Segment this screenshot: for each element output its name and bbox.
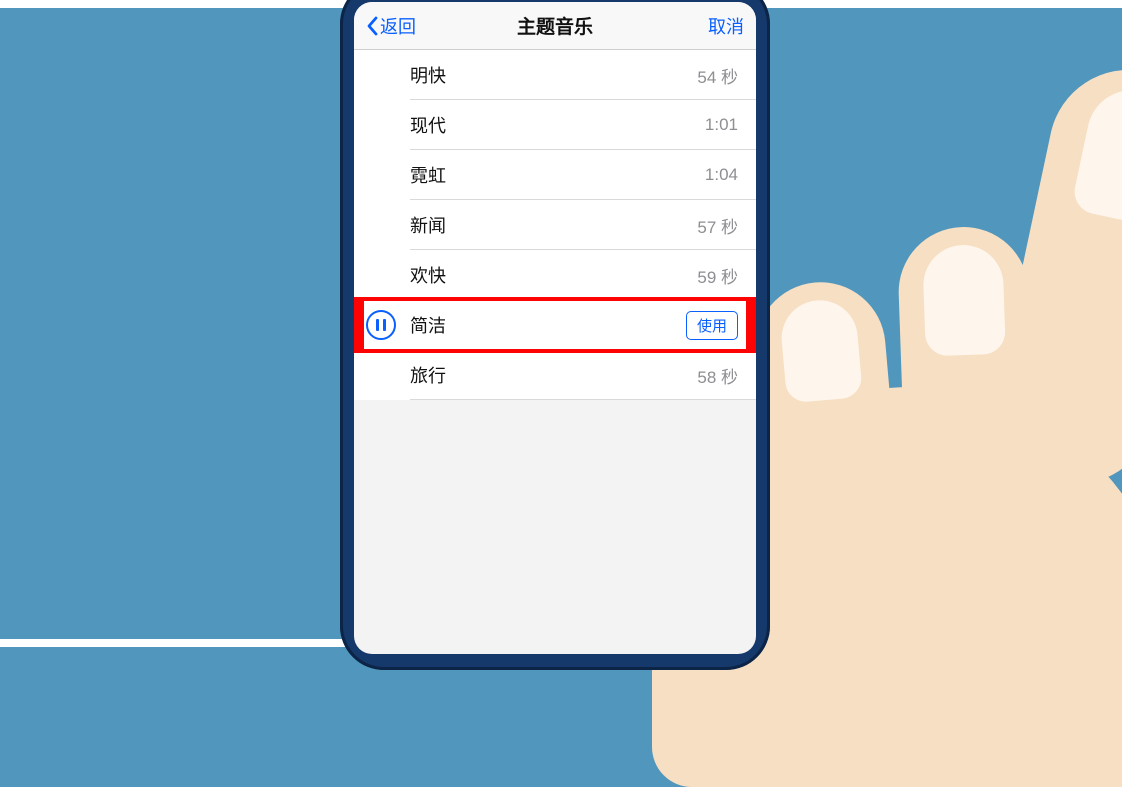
list-item[interactable]: 霓虹1:04	[354, 150, 756, 200]
back-button[interactable]: 返回	[366, 13, 416, 39]
music-name: 霓虹	[410, 162, 705, 188]
phone-screen: 返回 主题音乐 取消 明快54 秒现代1:01霓虹1:04新闻57 秒欢快59 …	[354, 2, 756, 654]
list-item[interactable]: 欢快59 秒	[354, 250, 756, 300]
list-item[interactable]: 简洁使用	[354, 300, 756, 350]
music-duration: 1:01	[705, 115, 738, 135]
music-duration: 1:04	[705, 165, 738, 185]
music-name: 现代	[410, 112, 705, 138]
music-name: 欢快	[410, 262, 697, 288]
pause-icon[interactable]	[366, 310, 396, 340]
nav-bar: 返回 主题音乐 取消	[354, 2, 756, 50]
list-item[interactable]: 新闻57 秒	[354, 200, 756, 250]
chevron-left-icon	[366, 16, 378, 36]
music-name: 简洁	[410, 312, 686, 338]
music-name: 明快	[410, 62, 697, 88]
use-button[interactable]: 使用	[686, 311, 738, 340]
music-duration: 58 秒	[697, 363, 738, 388]
list-item[interactable]: 现代1:01	[354, 100, 756, 150]
back-label: 返回	[380, 13, 416, 39]
list-item[interactable]: 明快54 秒	[354, 50, 756, 100]
cancel-button[interactable]: 取消	[708, 13, 744, 39]
music-duration: 59 秒	[697, 263, 738, 288]
phone-frame: 返回 主题音乐 取消 明快54 秒现代1:01霓虹1:04新闻57 秒欢快59 …	[340, 0, 770, 670]
music-duration: 57 秒	[697, 213, 738, 238]
list-item[interactable]: 旅行58 秒	[354, 350, 756, 400]
music-list: 明快54 秒现代1:01霓虹1:04新闻57 秒欢快59 秒简洁使用旅行58 秒	[354, 50, 756, 400]
music-duration: 54 秒	[697, 63, 738, 88]
divider	[410, 399, 756, 400]
music-name: 旅行	[410, 362, 697, 388]
music-name: 新闻	[410, 212, 697, 238]
